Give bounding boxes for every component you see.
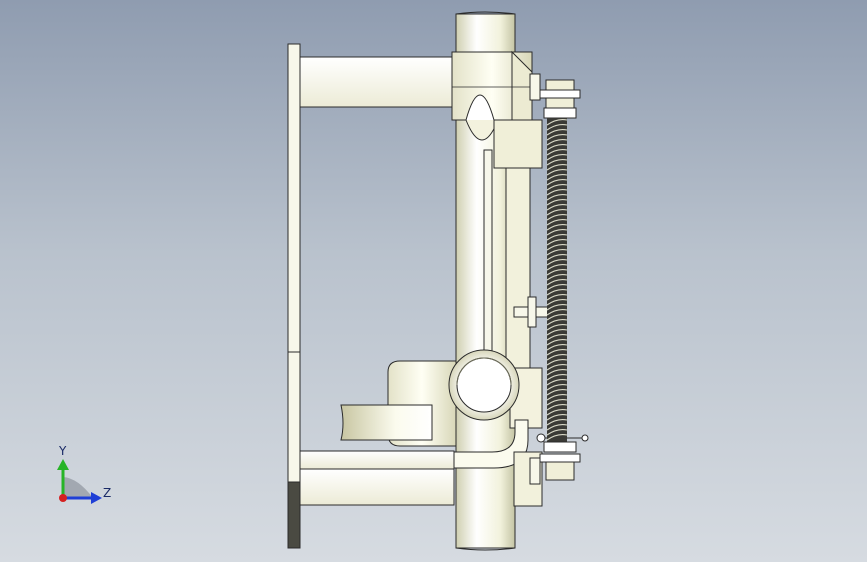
cad-viewport[interactable]: Y Z: [0, 0, 867, 562]
threaded-rod[interactable]: [546, 118, 568, 442]
z-axis-label: Z: [103, 486, 111, 500]
upper-nut-assembly[interactable]: [529, 73, 581, 119]
upper-arm[interactable]: [299, 56, 457, 108]
cad-drawing[interactable]: Y Z: [0, 0, 867, 562]
y-axis-arrowhead: [57, 459, 69, 470]
lower-arm[interactable]: [299, 450, 455, 506]
y-axis-label: Y: [58, 444, 67, 458]
triad-plane: [63, 477, 93, 498]
z-axis-arrowhead: [91, 492, 102, 504]
dark-plate-section: [287, 481, 301, 549]
triad-origin: [59, 494, 67, 502]
lower-nut-assembly[interactable]: [529, 441, 581, 485]
coordinate-triad: Y Z: [57, 444, 111, 504]
mounting-plate[interactable]: [287, 43, 301, 549]
pivot-ring[interactable]: [448, 349, 520, 421]
inner-channel: [483, 149, 531, 371]
